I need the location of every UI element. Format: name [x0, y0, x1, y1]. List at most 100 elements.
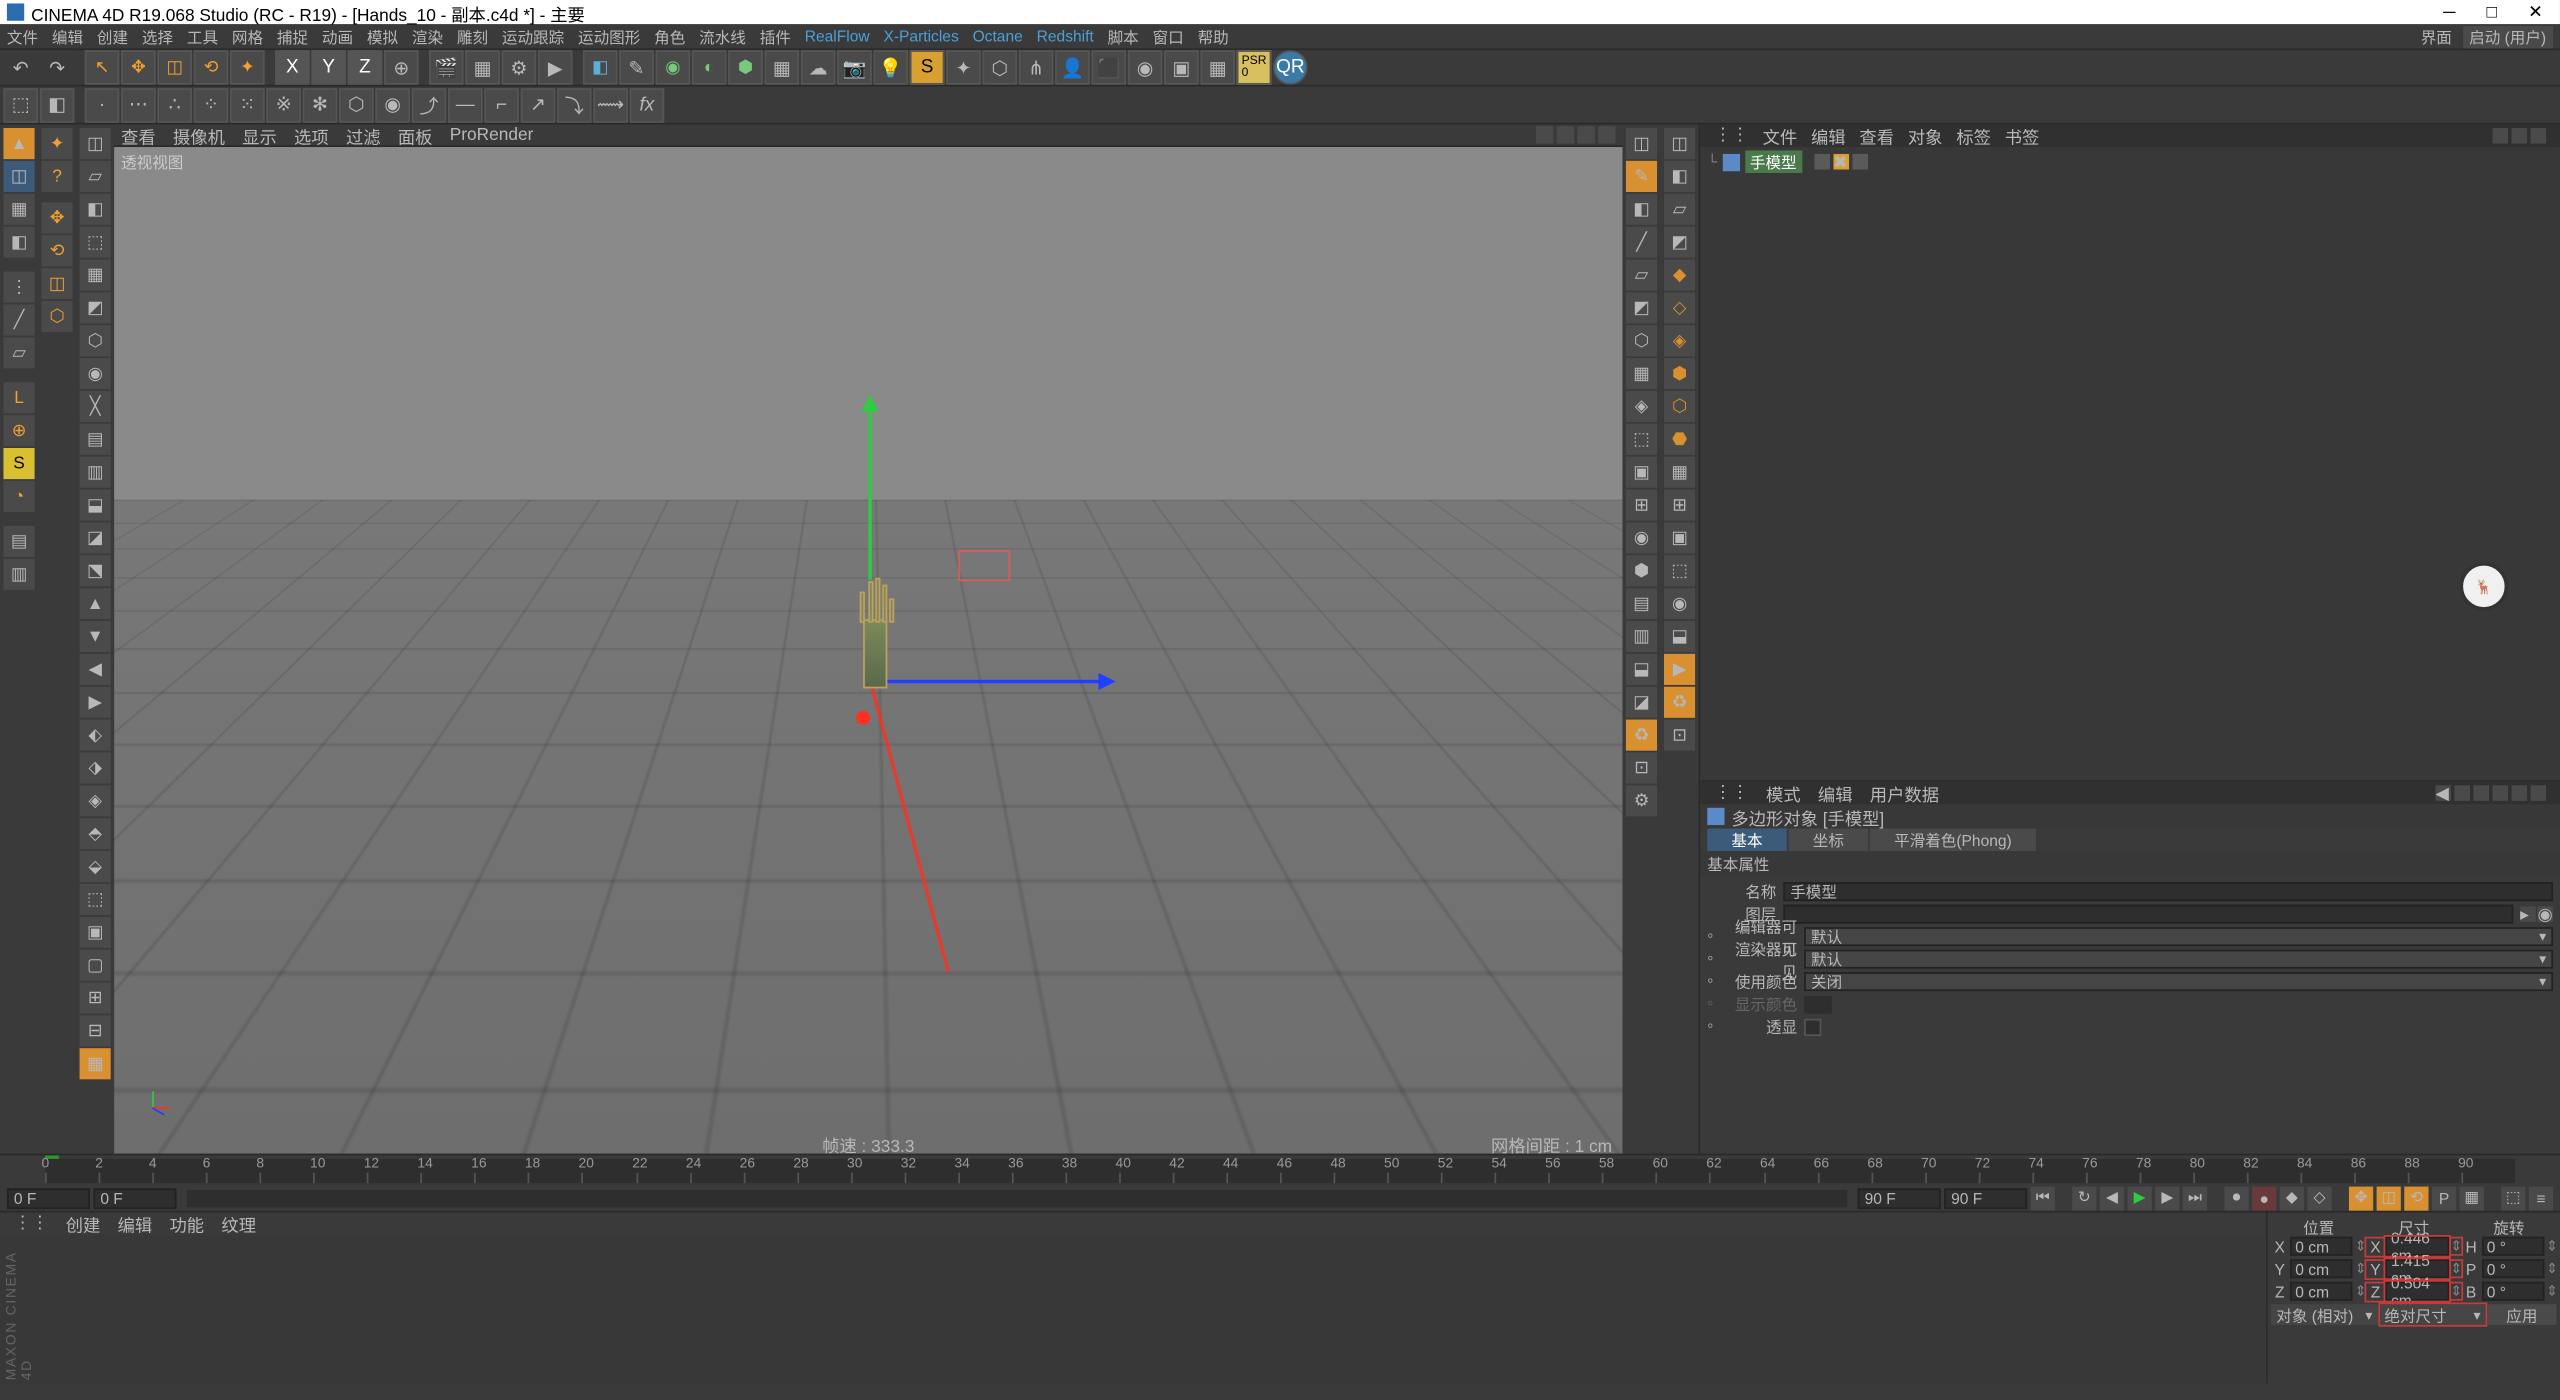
sel-filter-1[interactable]: · — [85, 87, 120, 122]
om-menu-bookmarks[interactable]: 书签 — [2005, 123, 2040, 149]
timeline-tick[interactable]: 0 — [45, 1172, 99, 1182]
xpresso-button[interactable]: ▦ — [1200, 50, 1235, 85]
make-editable[interactable]: ▲ — [3, 128, 34, 159]
vp-nav-4[interactable] — [1598, 126, 1615, 143]
mesh-26[interactable]: ▢ — [80, 950, 111, 981]
timeline-tick[interactable]: 42 — [1173, 1172, 1227, 1182]
rt1-8[interactable]: ▦ — [1626, 358, 1657, 389]
menu-realflow[interactable]: RealFlow — [805, 28, 870, 45]
timeline-tick[interactable]: 86 — [2354, 1172, 2408, 1182]
vp-menu-filter[interactable]: 过滤 — [346, 122, 381, 148]
menu-create[interactable]: 创建 — [97, 25, 128, 47]
visibility-tag[interactable] — [1814, 154, 1830, 170]
timeline-tick[interactable]: 84 — [2300, 1172, 2354, 1182]
vp-menu-panel[interactable]: 面板 — [398, 122, 433, 148]
menu-plugins[interactable]: 插件 — [760, 25, 791, 47]
sel-filter-4[interactable]: ⁘ — [194, 87, 229, 122]
object-axis[interactable]: ⊕ — [3, 415, 34, 446]
autokey-button[interactable]: ● — [2252, 1186, 2276, 1210]
mat-menu-texture[interactable]: 纹理 — [221, 1211, 256, 1237]
x-axis-lock[interactable]: X — [275, 50, 310, 85]
attr-b2[interactable] — [2473, 785, 2489, 801]
object-manager-tree[interactable]: └ 手模型 ✖ 🦌 — [1700, 147, 2560, 780]
redshift-button[interactable]: ▣ — [1164, 50, 1199, 85]
fcurve-button[interactable]: ⬚ — [2501, 1186, 2525, 1210]
vp-nav-3[interactable] — [1577, 126, 1594, 143]
viewport-solo-2[interactable]: ▥ — [3, 559, 34, 590]
rt2-16[interactable]: ⬓ — [1664, 621, 1695, 652]
om-menu-tags[interactable]: 标签 — [1956, 123, 1991, 149]
menu-octane[interactable]: Octane — [973, 28, 1023, 45]
texture-mode[interactable]: ▦ — [3, 194, 34, 225]
om-btn-2[interactable] — [2512, 128, 2528, 144]
sel-filter-3[interactable]: ∴ — [157, 87, 192, 122]
mesh-1[interactable]: ◫ — [80, 128, 111, 159]
array-generator[interactable]: ⬢ — [728, 50, 763, 85]
mesh-17[interactable]: ◀ — [80, 654, 111, 685]
rt2-13[interactable]: ▣ — [1664, 522, 1695, 553]
sel-filter-6[interactable]: ※ — [266, 87, 301, 122]
menu-render[interactable]: 渲染 — [412, 25, 443, 47]
timeline-tick[interactable]: 50 — [1388, 1172, 1442, 1182]
mesh-16[interactable]: ▼ — [80, 621, 111, 652]
menu-window[interactable]: 窗口 — [1153, 25, 1184, 47]
timeline-tick[interactable]: 8 — [260, 1172, 314, 1182]
dropdown-use-color[interactable]: 关闭 — [1804, 972, 2553, 991]
vp-menu-prorender[interactable]: ProRender — [450, 125, 534, 144]
rt1-17[interactable]: ⬓ — [1626, 654, 1657, 685]
polygon-mode[interactable]: ▱ — [3, 337, 34, 368]
render-view-button[interactable]: 🎬 — [429, 50, 464, 85]
menu-file[interactable]: 文件 — [7, 25, 38, 47]
point-mode[interactable]: ⋮ — [3, 272, 34, 303]
rt2-3[interactable]: ▱ — [1664, 194, 1695, 225]
recent-tool[interactable]: ✦ — [230, 50, 265, 85]
om-menu-edit[interactable]: 编辑 — [1811, 123, 1846, 149]
timeline-scrollbar[interactable] — [187, 1189, 1848, 1206]
key-param-button[interactable]: P — [2432, 1186, 2456, 1210]
scene-menu[interactable]: S — [910, 50, 945, 85]
timeline-tick[interactable]: 38 — [1065, 1172, 1119, 1182]
play-button[interactable]: ▶ — [2128, 1186, 2152, 1210]
attr-tab-coord[interactable]: 坐标 — [1789, 829, 1869, 851]
brush-recent[interactable]: ⬡ — [42, 301, 73, 332]
minimize-button[interactable]: ─ — [2443, 3, 2455, 22]
move-recent[interactable]: ✥ — [42, 202, 73, 233]
om-menu-file[interactable]: 文件 — [1763, 123, 1798, 149]
attr-nav-prev[interactable]: ◀ — [2435, 785, 2451, 801]
extrude-generator[interactable]: ◐ — [692, 50, 727, 85]
rt1-20[interactable]: ⊡ — [1626, 752, 1657, 783]
maximize-button[interactable]: □ — [2487, 3, 2497, 22]
timeline-tick[interactable]: 74 — [2032, 1172, 2086, 1182]
timeline-tick[interactable]: 18 — [528, 1172, 582, 1182]
attr-b3[interactable] — [2492, 785, 2508, 801]
rotate-tool[interactable]: ⟲ — [194, 50, 229, 85]
vp-menu-view[interactable]: 查看 — [121, 122, 156, 148]
timeline-tick[interactable]: 66 — [1817, 1172, 1871, 1182]
mesh-22[interactable]: ⬘ — [80, 818, 111, 849]
rt1-12[interactable]: ⊞ — [1626, 490, 1657, 521]
field-name[interactable]: 手模型 — [1783, 882, 2553, 901]
menu-script[interactable]: 脚本 — [1108, 25, 1139, 47]
timeline-tick[interactable]: 24 — [689, 1172, 743, 1182]
coord-object-mode[interactable]: 对象 (相对) — [2271, 1304, 2377, 1325]
key-opt-button[interactable]: ◇ — [2307, 1186, 2331, 1210]
attr-b1[interactable] — [2454, 785, 2470, 801]
mat-menu-edit[interactable]: 编辑 — [118, 1211, 153, 1237]
x-axis-gizmo[interactable] — [868, 681, 1109, 684]
mesh-7[interactable]: ⬡ — [80, 325, 111, 356]
timeline-tick[interactable]: 70 — [1925, 1172, 1979, 1182]
menu-xparticles[interactable]: X-Particles — [883, 28, 958, 45]
scale-tool[interactable]: ◫ — [157, 50, 192, 85]
qr-button[interactable]: QR — [1273, 50, 1308, 85]
prev-frame-button[interactable]: ◀ — [2100, 1186, 2124, 1210]
mesh-24[interactable]: ⬚ — [80, 884, 111, 915]
snap-toggle[interactable]: ⬚ — [3, 87, 38, 122]
om-item-name[interactable]: 手模型 — [1745, 150, 1802, 172]
spline-tool-4[interactable]: ↗ — [521, 87, 556, 122]
psr-reset[interactable]: PSR0 — [1237, 50, 1272, 85]
redo-button[interactable]: ↷ — [40, 50, 75, 85]
mesh-13[interactable]: ◪ — [80, 522, 111, 553]
field-layer[interactable] — [1783, 905, 2513, 924]
sel-filter-2[interactable]: ⋯ — [121, 87, 156, 122]
mat-menu-create[interactable]: 创建 — [66, 1211, 101, 1237]
